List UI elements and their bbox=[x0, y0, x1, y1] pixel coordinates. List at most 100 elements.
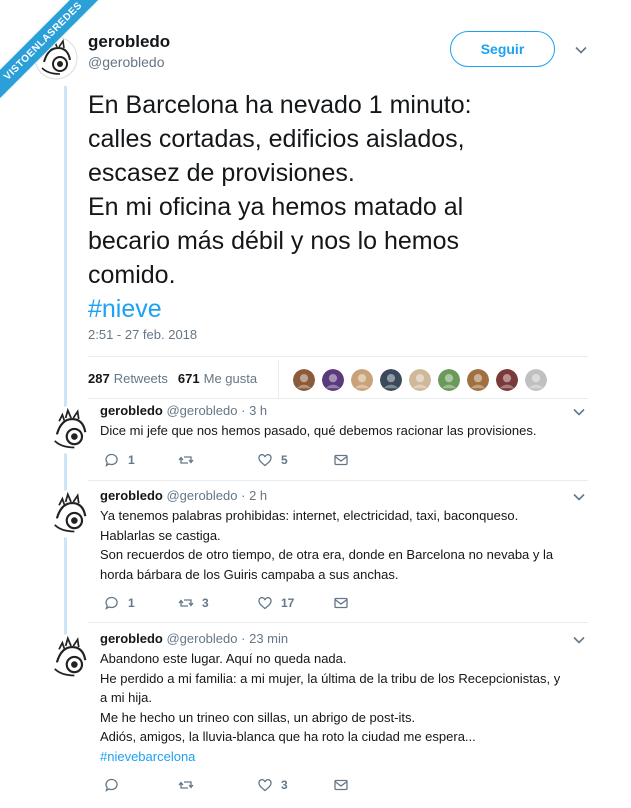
reply-action[interactable]: 1 bbox=[104, 595, 135, 611]
tweet-text: En Barcelona ha nevado 1 minuto: calles … bbox=[88, 88, 608, 326]
reply-text: Ya tenemos palabras prohibidas: internet… bbox=[100, 506, 600, 584]
liker-avatar[interactable] bbox=[466, 368, 490, 392]
author-name[interactable]: gerobledo bbox=[100, 631, 163, 646]
tweet-text-line: calles cortadas, edificios aislados, bbox=[88, 125, 465, 153]
reply-header: gerobledo @gerobledo · 23 min bbox=[100, 631, 289, 646]
divider bbox=[88, 398, 588, 399]
thread-line bbox=[64, 86, 67, 646]
follow-button[interactable]: Seguir bbox=[450, 31, 555, 67]
reply-text-line: Ya tenemos palabras prohibidas: internet… bbox=[100, 508, 519, 523]
reply-text-line: Me he hecho un trineo con sillas, un abr… bbox=[100, 709, 416, 725]
like-action[interactable]: 3 bbox=[257, 777, 288, 793]
reply-icon bbox=[104, 595, 120, 611]
liker-avatar[interactable] bbox=[321, 368, 345, 392]
divider bbox=[88, 622, 588, 623]
retweet-icon bbox=[178, 452, 194, 468]
author-handle[interactable]: @gerobledo bbox=[166, 488, 237, 503]
message-action[interactable] bbox=[333, 595, 349, 611]
author-name[interactable]: gerobledo bbox=[100, 488, 163, 503]
likes-stat[interactable]: 671 Me gusta bbox=[178, 371, 257, 386]
tweet-text-line: escasez de provisiones. bbox=[88, 159, 355, 187]
chevron-down-icon[interactable] bbox=[572, 633, 586, 647]
like-count: 3 bbox=[281, 778, 288, 792]
divider bbox=[88, 480, 588, 481]
reply-text: Abandono este lugar. Aquí no queda nada.… bbox=[100, 649, 600, 766]
liker-avatar[interactable] bbox=[292, 368, 316, 392]
chevron-down-icon[interactable] bbox=[572, 490, 586, 504]
reply-icon bbox=[104, 452, 120, 468]
liker-avatar[interactable] bbox=[437, 368, 461, 392]
tweet-screenshot: VISTOENLASREDES gerobledo @gerobledo Seg… bbox=[0, 0, 631, 808]
like-count: 5 bbox=[281, 453, 288, 467]
author-handle[interactable]: @gerobledo bbox=[166, 631, 237, 646]
reply-count: 1 bbox=[128, 453, 135, 467]
message-icon bbox=[333, 777, 349, 793]
like-action[interactable]: 17 bbox=[257, 595, 294, 611]
retweet-action[interactable] bbox=[178, 777, 202, 793]
reply-text-line: Adiós, amigos, la lluvia-blanca que ha r… bbox=[100, 729, 476, 744]
reply-action[interactable] bbox=[104, 777, 128, 793]
reply-time[interactable]: 2 h bbox=[249, 488, 267, 503]
tweet-text-line: En Barcelona ha nevado 1 minuto: bbox=[88, 91, 472, 119]
chevron-down-icon[interactable] bbox=[574, 43, 588, 57]
retweets-count: 287 bbox=[88, 371, 110, 386]
reply-time[interactable]: 3 h bbox=[249, 403, 267, 418]
avatar-drawing bbox=[54, 635, 87, 677]
retweet-icon bbox=[178, 777, 194, 793]
like-icon bbox=[257, 595, 273, 611]
tweet-actions: 3 bbox=[100, 777, 360, 795]
retweet-icon bbox=[178, 595, 194, 611]
liker-avatar[interactable] bbox=[408, 368, 432, 392]
reply-action[interactable]: 1 bbox=[104, 452, 135, 468]
avatar[interactable] bbox=[46, 406, 94, 454]
retweets-label: Retweets bbox=[113, 371, 168, 386]
likes-label: Me gusta bbox=[203, 371, 258, 386]
like-count: 17 bbox=[281, 596, 295, 610]
message-icon bbox=[333, 595, 349, 611]
message-icon bbox=[333, 452, 349, 468]
like-icon bbox=[257, 452, 273, 468]
reply-text: Dice mi jefe que nos hemos pasado, qué d… bbox=[100, 421, 600, 441]
liker-avatar[interactable] bbox=[495, 368, 519, 392]
reply-header: gerobledo @gerobledo · 2 h bbox=[100, 488, 268, 503]
reply-text-line: Dice mi jefe que nos hemos pasado, qué d… bbox=[100, 423, 537, 438]
like-icon bbox=[257, 777, 273, 793]
author-name[interactable]: gerobledo bbox=[100, 403, 163, 418]
divider bbox=[88, 356, 588, 357]
like-action[interactable]: 5 bbox=[257, 452, 288, 468]
watermark-ribbon: VISTOENLASREDES bbox=[0, 0, 120, 120]
tweet-text-line: becario más débil y nos lo hemos bbox=[88, 227, 460, 255]
reply-time[interactable]: 23 min bbox=[249, 631, 288, 646]
liker-avatar[interactable] bbox=[350, 368, 374, 392]
chevron-down-icon[interactable] bbox=[572, 405, 586, 419]
retweet-action[interactable] bbox=[178, 452, 202, 468]
retweets-stat[interactable]: 287 Retweets bbox=[88, 371, 168, 386]
author-handle[interactable]: @gerobledo bbox=[166, 403, 237, 418]
tweet-text-line: comido. bbox=[88, 261, 176, 289]
engagement-stats: 287 Retweets 671 Me gusta bbox=[88, 371, 257, 386]
divider bbox=[278, 360, 279, 398]
hashtag-link[interactable]: #nievebarcelona bbox=[100, 747, 600, 767]
reply-text-line: Hablarlas se castiga. bbox=[100, 527, 221, 543]
avatar-drawing bbox=[54, 491, 87, 533]
reply-text-line: Son recuerdos de otro tiempo, de otra er… bbox=[100, 547, 554, 562]
avatar[interactable] bbox=[46, 634, 94, 682]
tweet-actions: 1 5 bbox=[100, 452, 360, 470]
retweet-count: 3 bbox=[202, 596, 209, 610]
likes-count: 671 bbox=[177, 371, 200, 386]
avatar[interactable] bbox=[46, 490, 94, 538]
tweet-timestamp[interactable]: 2:51 - 27 feb. 2018 bbox=[88, 327, 197, 342]
reply-text-line: He perdido a mi familia: a mi mujer, la … bbox=[100, 670, 561, 686]
reply-icon bbox=[104, 777, 120, 793]
message-action[interactable] bbox=[333, 777, 349, 793]
message-action[interactable] bbox=[333, 452, 349, 468]
liker-avatar[interactable] bbox=[379, 368, 403, 392]
avatar-drawing bbox=[54, 407, 87, 449]
watermark-text: VISTOENLASREDES bbox=[0, 0, 111, 109]
tweet-text-line: En mi oficina ya hemos matado al bbox=[88, 193, 464, 221]
hashtag-link[interactable]: #nieve bbox=[88, 292, 608, 326]
liker-avatar[interactable] bbox=[524, 368, 548, 392]
reply-text-line: a mi hija. bbox=[100, 690, 153, 705]
retweet-action[interactable]: 3 bbox=[178, 595, 209, 611]
reply-header: gerobledo @gerobledo · 3 h bbox=[100, 403, 268, 418]
